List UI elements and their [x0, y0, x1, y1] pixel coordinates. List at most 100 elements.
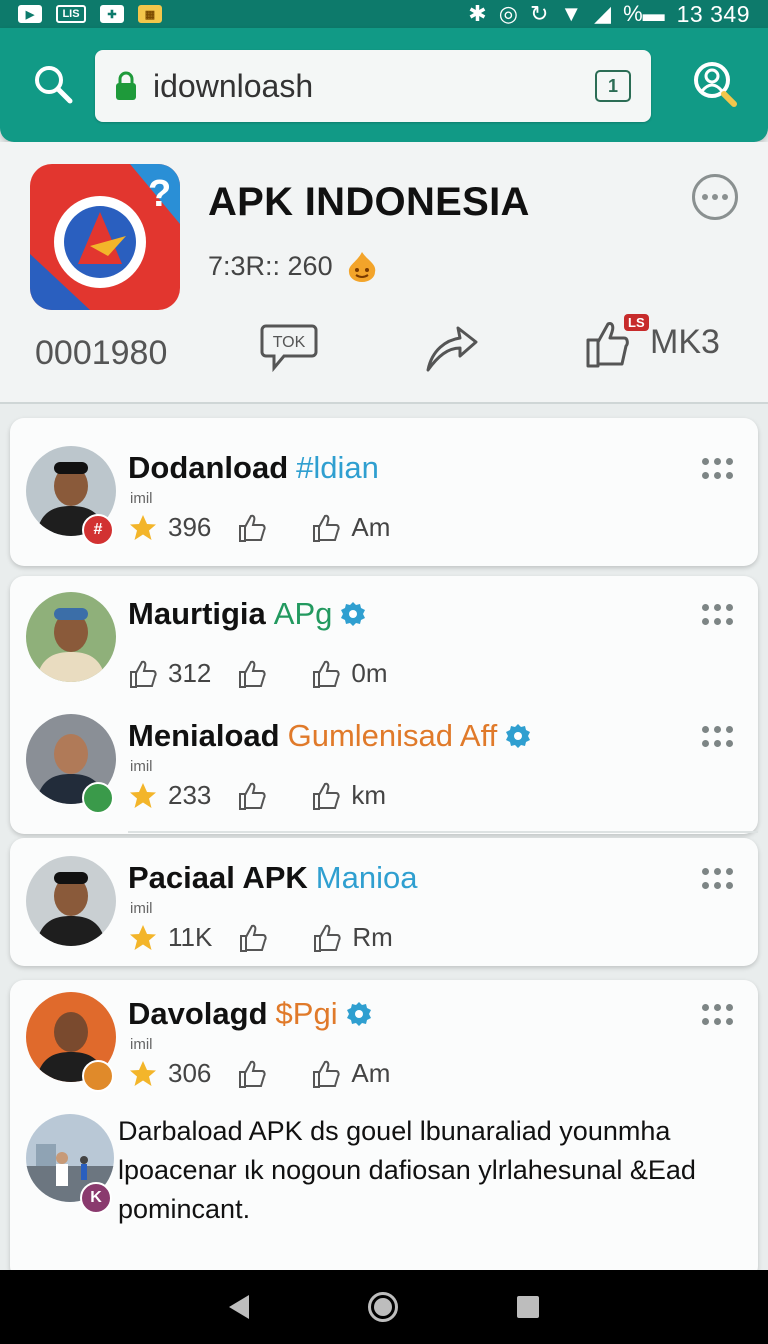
item-handle: imil — [130, 1036, 153, 1053]
list-item[interactable]: # Dodanload #ldian imil 396 Am — [10, 446, 758, 556]
tab-count-button[interactable]: 1 — [595, 70, 631, 102]
home-icon[interactable] — [367, 1292, 398, 1322]
item-name: Paciaal APK — [128, 860, 308, 895]
item-time: Rm — [352, 922, 393, 952]
like-outline-icon[interactable] — [312, 923, 342, 953]
search-icon[interactable] — [32, 63, 74, 105]
item-accent: #ldian — [296, 450, 379, 485]
list-item[interactable]: Meniaload Gumlenisad Aff imil 233 km — [10, 714, 758, 824]
item-time: km — [351, 780, 387, 810]
item-accent: $Pgi — [275, 996, 338, 1031]
item-stats: 312 0m — [128, 658, 422, 689]
like-outline-icon[interactable] — [311, 781, 341, 811]
clock: 13 349 — [676, 0, 750, 27]
item-menu-button[interactable] — [702, 868, 734, 890]
status-bar: ▶ LIS ✚ ▦ ✱ ◎ ↻ ▼ ◢ %▬ 13 349 — [0, 0, 768, 28]
app-header: ? APK INDONESIA 7:3R:: 260 0001980 TOK L… — [0, 142, 768, 404]
flame-emoji-icon — [348, 252, 375, 282]
store-icon: ▦ — [138, 5, 162, 23]
upvote-icon[interactable] — [238, 923, 268, 953]
list-item[interactable]: Davolagd $Pgi imil 306 Am — [10, 992, 758, 1102]
item-stats: 306 Am — [128, 1058, 424, 1089]
svg-text:?: ? — [148, 173, 171, 215]
item-name: Maurtigia — [128, 596, 266, 631]
star-icon — [130, 514, 156, 540]
bluetooth-icon: ✱ — [468, 1, 487, 26]
more-options-button[interactable] — [692, 174, 738, 220]
star-icon — [130, 1060, 156, 1086]
list-item[interactable]: Paciaal APK Manioa imil 11K Rm — [10, 856, 758, 966]
item-menu-button[interactable] — [702, 1004, 734, 1026]
upvote-icon[interactable] — [237, 659, 267, 689]
item-stats: 233 km — [128, 780, 420, 811]
avatar[interactable] — [26, 592, 116, 682]
like-count: MK3 — [650, 322, 720, 361]
upvote-icon[interactable] — [237, 781, 267, 811]
like-outline-icon[interactable] — [311, 1059, 341, 1089]
thumbs-up-icon — [130, 660, 157, 688]
alarm-icon: ◎ — [498, 1, 518, 26]
verified-icon — [341, 602, 366, 626]
download-count: 0001980 — [35, 334, 168, 372]
item-handle: imil — [130, 900, 153, 917]
avatar[interactable] — [26, 856, 116, 946]
item-name: Davolagd — [128, 996, 268, 1031]
share-icon[interactable] — [422, 320, 480, 376]
item-stats: 11K Rm — [128, 922, 427, 953]
item-menu-button[interactable] — [702, 604, 734, 626]
item-time: 0m — [351, 658, 388, 688]
account-search-icon[interactable] — [690, 58, 738, 110]
post-badge: K — [80, 1182, 112, 1214]
like-button[interactable]: LS MK3 — [584, 314, 720, 370]
verified-icon — [506, 724, 531, 748]
back-icon[interactable] — [229, 1295, 250, 1319]
item-name: Dodanload — [128, 450, 289, 485]
item-title: Maurtigia APg — [128, 596, 366, 632]
like-outline-icon[interactable] — [311, 513, 341, 543]
battery-label: % — [623, 1, 643, 26]
avatar-badge — [82, 1060, 114, 1092]
item-rating: 312 — [168, 658, 212, 688]
address-bar[interactable]: idownloash 1 — [95, 50, 651, 122]
app-title: APK INDONESIA — [208, 180, 530, 224]
item-rating: 306 — [168, 1058, 212, 1088]
avatar-badge: # — [82, 514, 114, 546]
item-stats: 396 Am — [128, 512, 424, 543]
chat-icon[interactable]: TOK — [260, 322, 318, 374]
sync-icon: ↻ — [529, 1, 549, 26]
star-icon — [130, 924, 156, 950]
upvote-icon[interactable] — [237, 1059, 267, 1089]
item-rating: 11K — [168, 922, 213, 952]
system-nav-bar — [0, 1270, 768, 1344]
item-handle: imil — [130, 758, 153, 775]
like-badge: LS — [624, 314, 649, 331]
signal-icon: ◢ — [594, 1, 612, 26]
recent-apps-icon[interactable] — [516, 1296, 539, 1318]
item-rating: 233 — [168, 780, 212, 810]
item-title: Davolagd $Pgi — [128, 996, 372, 1032]
item-rating: 396 — [168, 512, 212, 542]
avatar-badge — [82, 782, 114, 814]
feed-card: Paciaal APK Manioa imil 11K Rm — [10, 838, 758, 966]
item-menu-button[interactable] — [702, 726, 734, 748]
item-accent: Manioa — [315, 860, 418, 895]
star-icon — [130, 782, 156, 808]
list-item[interactable]: Maurtigia APg 312 0m — [10, 592, 758, 702]
divider — [128, 831, 758, 833]
lis-label: LIS — [62, 8, 80, 20]
item-time: Am — [351, 1058, 391, 1088]
lock-icon — [116, 71, 136, 100]
feed-card: Maurtigia APg 312 0m Meniaload Gumlenisa… — [10, 576, 758, 834]
item-handle: imil — [130, 490, 153, 507]
item-menu-button[interactable] — [702, 458, 734, 480]
upvote-icon[interactable] — [237, 513, 267, 543]
item-title: Meniaload Gumlenisad Aff — [128, 718, 531, 754]
url-text: idownloash — [153, 67, 314, 104]
avatar-image — [26, 856, 116, 946]
app-icon: ✚ — [100, 5, 124, 23]
like-outline-icon[interactable] — [311, 659, 341, 689]
lis-icon: LIS — [56, 5, 86, 23]
app-bar: idownloash 1 — [0, 28, 768, 142]
item-title: Dodanload #ldian — [128, 450, 379, 486]
item-time: Am — [351, 512, 391, 542]
